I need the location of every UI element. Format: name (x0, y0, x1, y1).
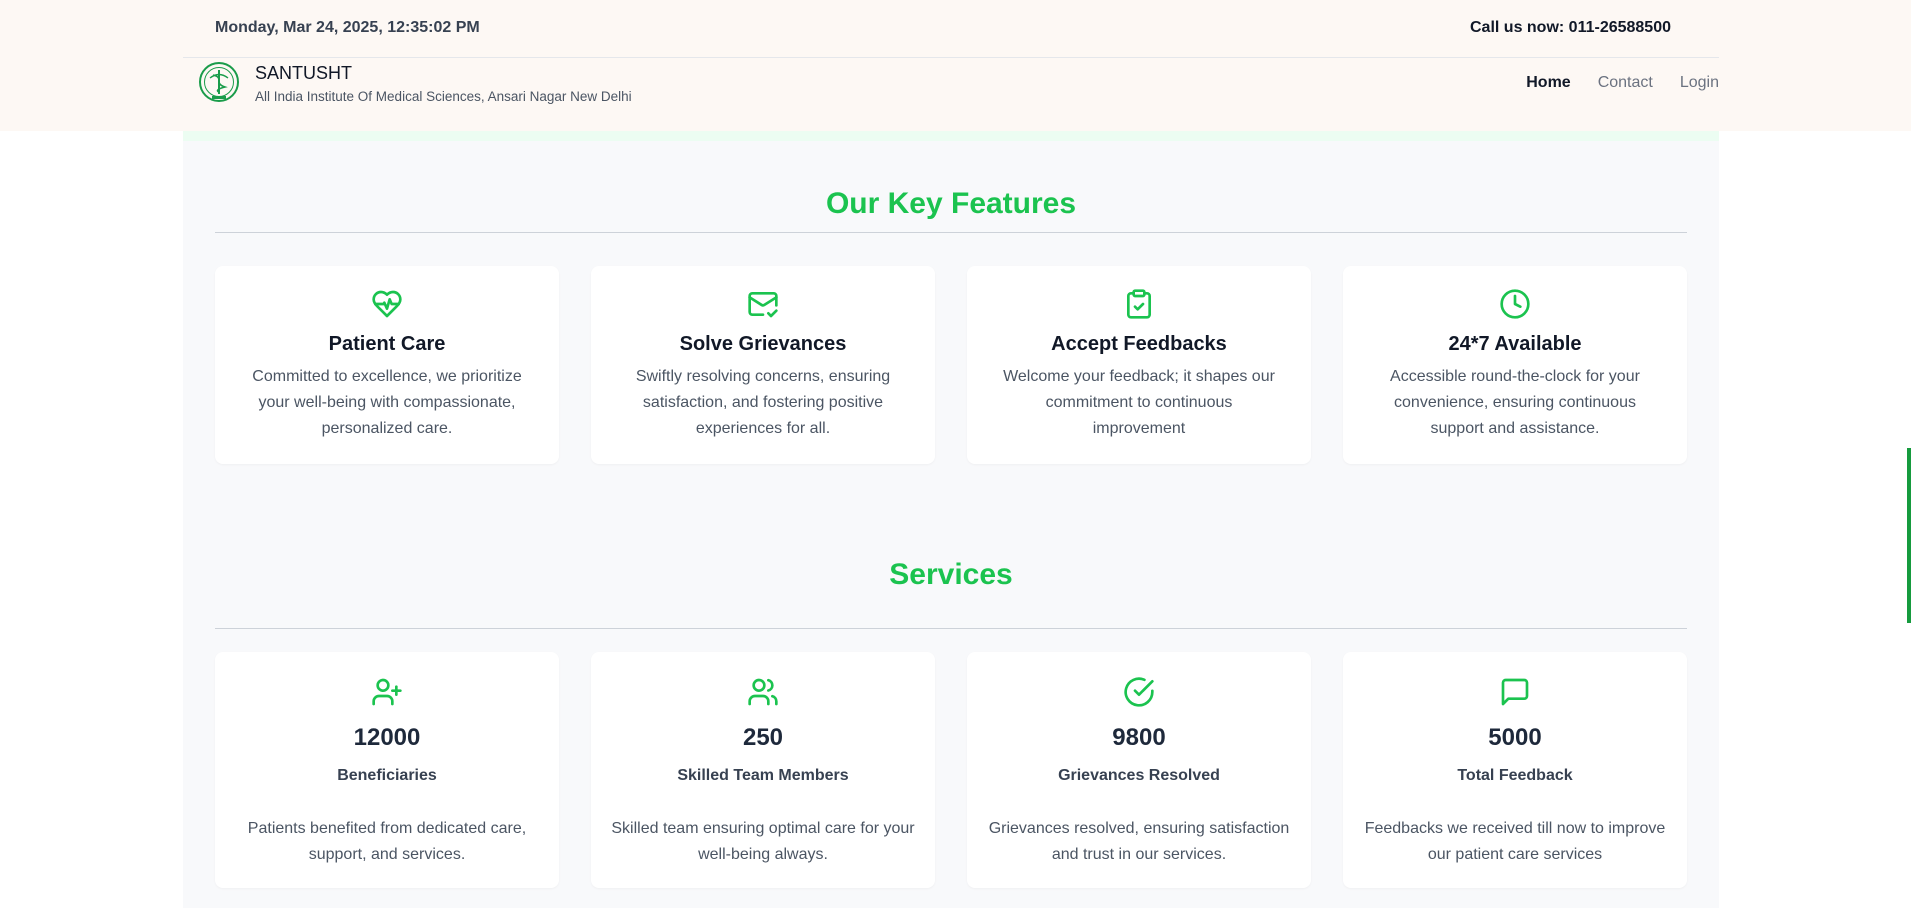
main-content: Our Key Features Patient Care Committed … (183, 131, 1719, 908)
service-description: Patients benefited from dedicated care, … (247, 820, 527, 863)
feature-description: Welcome your feedback; it shapes our com… (1003, 368, 1275, 437)
feature-title: Accept Feedbacks (1051, 333, 1227, 355)
feature-description: Accessible round-the-clock for your conv… (1390, 368, 1640, 437)
feature-title: Patient Care (328, 333, 446, 355)
feature-card-patient-care: Patient Care Committed to excellence, we… (215, 266, 559, 464)
service-count: 5000 (1488, 724, 1542, 751)
current-datetime: Monday, Mar 24, 2025, 12:35:02 PM (215, 19, 480, 36)
site-header: Monday, Mar 24, 2025, 12:35:02 PM Call u… (0, 0, 1911, 131)
service-count: 9800 (1112, 724, 1166, 751)
services-divider (215, 628, 1687, 629)
clipboard-check-icon (1123, 288, 1155, 320)
brand-subtitle: All India Institute Of Medical Sciences,… (255, 89, 632, 104)
feature-card-24x7-available: 24*7 Available Accessible round-the-cloc… (1343, 266, 1687, 464)
service-label: Total Feedback (1457, 767, 1573, 784)
call-us-text: Call us now: 011-26588500 (1470, 19, 1671, 36)
features-section-title: Our Key Features (825, 187, 1077, 220)
service-description: Skilled team ensuring optimal care for y… (611, 820, 915, 863)
service-count: 250 (742, 724, 784, 751)
heart-pulse-icon (371, 288, 403, 320)
service-description: Feedbacks we received till now to improv… (1364, 820, 1666, 863)
service-label: Grievances Resolved (1058, 767, 1220, 784)
nav-home-link[interactable]: Home (1526, 74, 1570, 92)
service-description: Grievances resolved, ensuring satisfacti… (988, 820, 1290, 863)
feature-card-solve-grievances: Solve Grievances Swiftly resolving conce… (591, 266, 935, 464)
header-divider (183, 57, 1719, 58)
service-card-beneficiaries: 12000 Beneficiaries Patients benefited f… (215, 652, 559, 888)
service-card-grievances-resolved: 9800 Grievances Resolved Grievances reso… (967, 652, 1311, 888)
user-plus-icon (371, 676, 403, 708)
main-nav: Home Contact Login (1499, 74, 1719, 92)
feature-description: Swiftly resolving concerns, ensuring sat… (635, 368, 891, 437)
clock-icon (1499, 288, 1531, 320)
nav-contact-link[interactable]: Contact (1598, 74, 1653, 92)
message-square-icon (1499, 676, 1531, 708)
service-count: 12000 (353, 724, 421, 751)
feature-card-accept-feedbacks: Accept Feedbacks Welcome your feedback; … (967, 266, 1311, 464)
service-card-team-members: 250 Skilled Team Members Skilled team en… (591, 652, 935, 888)
feature-description: Committed to excellence, we prioritize y… (252, 368, 522, 437)
service-label: Beneficiaries (337, 767, 437, 784)
circle-check-icon (1123, 676, 1155, 708)
feature-title: Solve Grievances (679, 333, 847, 355)
services-section-title: Services (889, 558, 1013, 591)
hero-bottom-edge (183, 131, 1719, 141)
mail-check-icon (747, 288, 779, 320)
users-icon (747, 676, 779, 708)
features-divider (215, 232, 1687, 233)
scrollbar-thumb[interactable] (1907, 448, 1911, 623)
header-container: Monday, Mar 24, 2025, 12:35:02 PM Call u… (183, 0, 1719, 131)
feature-title: 24*7 Available (1448, 333, 1582, 355)
nav-login-link[interactable]: Login (1680, 74, 1719, 92)
service-card-total-feedback: 5000 Total Feedback Feedbacks we receive… (1343, 652, 1687, 888)
aiims-emblem-icon[interactable] (198, 61, 240, 103)
service-label: Skilled Team Members (677, 767, 849, 784)
brand-name[interactable]: SANTUSHT (255, 63, 352, 84)
